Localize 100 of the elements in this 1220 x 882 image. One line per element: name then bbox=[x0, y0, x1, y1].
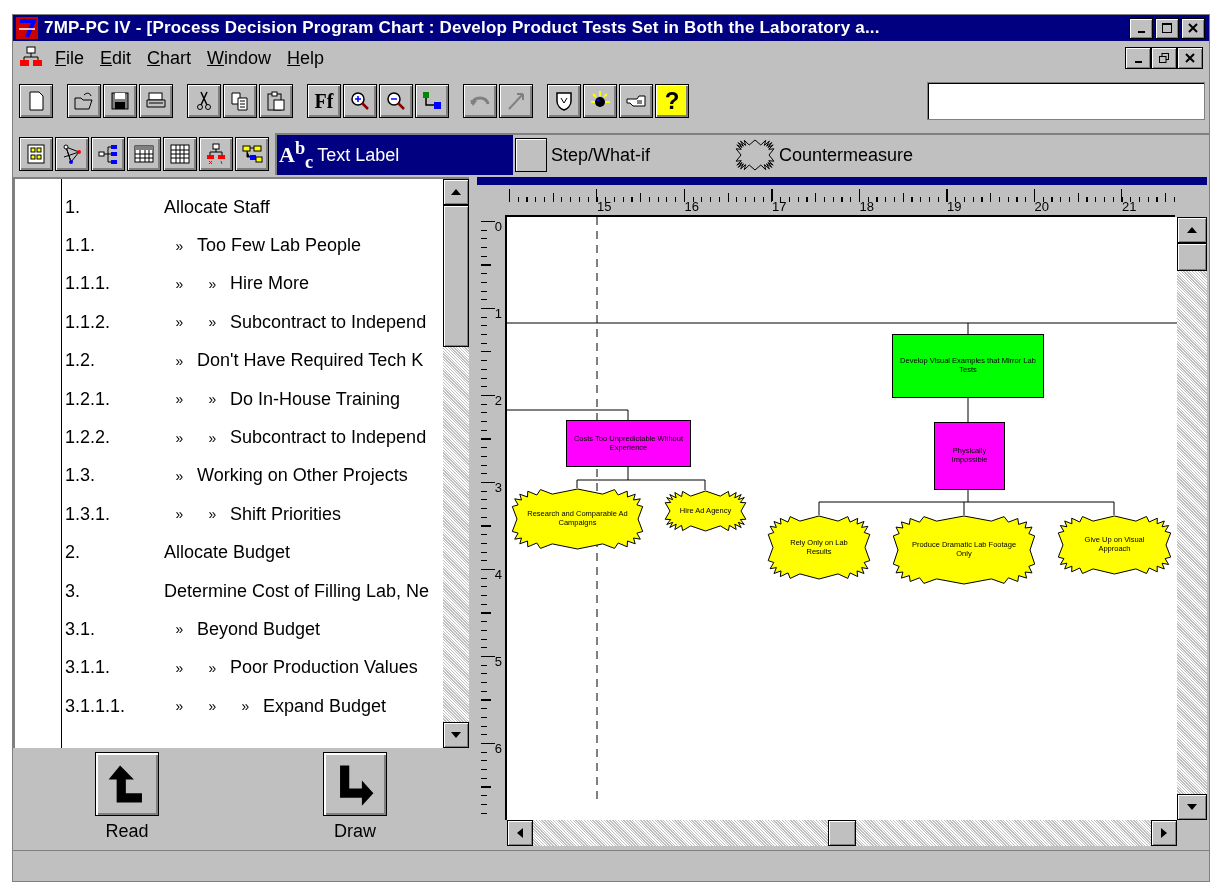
restore-icon bbox=[1158, 52, 1170, 64]
printer-button[interactable] bbox=[139, 84, 173, 118]
scroll-thumb[interactable] bbox=[828, 820, 856, 846]
network-button[interactable] bbox=[55, 137, 89, 171]
scroll-thumb[interactable] bbox=[1177, 243, 1207, 271]
close-icon bbox=[1187, 22, 1199, 34]
connector-button[interactable] bbox=[415, 84, 449, 118]
outline-item[interactable]: 1.2.1. » » Do In-House Training bbox=[62, 379, 443, 419]
grid-boxes-icon bbox=[25, 143, 47, 165]
close-button[interactable] bbox=[1177, 47, 1203, 69]
outline-item[interactable]: 1.2. » Don't Have Required Tech K bbox=[62, 341, 443, 380]
outline-item[interactable]: 1.3.1. » » Shift Priorities bbox=[62, 495, 443, 534]
restore-button[interactable] bbox=[1151, 47, 1177, 69]
network-icon bbox=[61, 143, 83, 165]
scrollbar[interactable] bbox=[507, 820, 1177, 846]
ruler-label: 1 bbox=[494, 306, 502, 321]
zoom-in-icon bbox=[349, 90, 371, 112]
outline-item[interactable]: 1.1. » Too Few Lab People bbox=[62, 226, 443, 265]
zoom-out-icon bbox=[385, 90, 407, 112]
palette-tool[interactable]: Step/What-if bbox=[513, 135, 733, 175]
input-field[interactable] bbox=[927, 82, 1205, 120]
zoom-out-button[interactable] bbox=[379, 84, 413, 118]
jagged-cloud-icon bbox=[735, 139, 775, 171]
ruler-label: 15 bbox=[597, 199, 612, 214]
close-button[interactable] bbox=[1181, 17, 1205, 39]
ruler-label: 3 bbox=[494, 480, 502, 495]
help-button[interactable]: ? bbox=[655, 84, 689, 118]
minimize-button[interactable] bbox=[1129, 17, 1153, 39]
ruler-label: 2 bbox=[494, 393, 502, 408]
scrollbar[interactable] bbox=[1177, 217, 1207, 820]
window-title: 7MP-PC IV - [Process Decision Program Chart : Develop Product Tests Set in Both the Laboratory a... bbox=[44, 18, 881, 38]
flow-boxes-icon bbox=[241, 143, 263, 165]
up-arrow-icon bbox=[451, 189, 461, 195]
minimize-icon bbox=[1134, 61, 1142, 63]
ruler-label: 16 bbox=[684, 199, 699, 214]
menu-item[interactable]: File bbox=[49, 47, 94, 69]
pointing-hand-button[interactable] bbox=[619, 84, 653, 118]
grid-boxes-button[interactable] bbox=[19, 137, 53, 171]
maximize-icon bbox=[1161, 22, 1173, 34]
outline-item[interactable]: 1. Allocate Staff bbox=[62, 188, 443, 227]
ruler-label: 21 bbox=[1122, 199, 1137, 214]
menu-item[interactable]: Edit bbox=[94, 47, 142, 69]
zoom-in-button[interactable] bbox=[343, 84, 377, 118]
ruler-label: 17 bbox=[772, 199, 787, 214]
table-button[interactable] bbox=[127, 137, 161, 171]
minimize-icon bbox=[1137, 31, 1145, 33]
down-arrow-icon bbox=[451, 732, 461, 738]
outline-item[interactable]: 3. Determine Cost of Filling Lab, Ne bbox=[62, 571, 443, 611]
palette-tool[interactable]: Countermeasure bbox=[733, 135, 922, 175]
ruler-label: 18 bbox=[859, 199, 874, 214]
step-arrow-button[interactable] bbox=[323, 752, 387, 816]
shield-button[interactable] bbox=[547, 84, 581, 118]
clipboard-button[interactable] bbox=[259, 84, 293, 118]
menu-item[interactable]: Help bbox=[281, 47, 335, 69]
tree-list-button[interactable] bbox=[91, 137, 125, 171]
step-arrow-button[interactable] bbox=[95, 752, 159, 816]
outline-item[interactable]: 3.1.1. » » Poor Production Values bbox=[62, 648, 443, 688]
left-arrow-icon bbox=[517, 828, 523, 838]
button-caption: Draw bbox=[334, 821, 376, 842]
outline-item[interactable]: 2. Allocate Budget bbox=[62, 533, 443, 572]
close-icon bbox=[1184, 52, 1196, 64]
scrollbar[interactable] bbox=[443, 179, 469, 748]
ruler-label: 4 bbox=[494, 567, 502, 582]
diagonal-arrow-icon bbox=[505, 90, 527, 112]
right-arrow-icon bbox=[1161, 828, 1167, 838]
ruler-label: 5 bbox=[494, 654, 502, 669]
minimize-button[interactable] bbox=[1125, 47, 1151, 69]
sparkle-button[interactable] bbox=[583, 84, 617, 118]
save-button[interactable] bbox=[103, 84, 137, 118]
maximize-button[interactable] bbox=[1155, 17, 1179, 39]
outline-item[interactable]: 1.2.2. » » Subcontract to Independ bbox=[62, 418, 443, 457]
clipboard-icon bbox=[265, 90, 287, 112]
copy-button[interactable] bbox=[223, 84, 257, 118]
open-folder-icon bbox=[73, 90, 95, 112]
up-arrow-icon bbox=[1187, 227, 1197, 233]
open-folder-button[interactable] bbox=[67, 84, 101, 118]
outline-item[interactable]: 1.1.2. » » Subcontract to Independ bbox=[62, 303, 443, 342]
menu-item[interactable]: Chart bbox=[141, 47, 202, 69]
matrix-button[interactable] bbox=[163, 137, 197, 171]
scroll-thumb[interactable] bbox=[443, 205, 469, 347]
outline-item[interactable]: 3.1. » Beyond Budget bbox=[62, 610, 443, 649]
table-icon bbox=[133, 143, 155, 165]
tree-list-icon bbox=[97, 143, 119, 165]
ruler-label: 6 bbox=[494, 741, 502, 756]
menu-item[interactable]: Window bbox=[201, 47, 282, 69]
button-caption: Read bbox=[105, 821, 149, 842]
outline-item[interactable]: 3.1.1.1. » » » Expand Budget bbox=[62, 687, 443, 726]
hierarchy-button[interactable] bbox=[199, 137, 233, 171]
ruler-label: 0 bbox=[494, 219, 502, 234]
app-logo-icon bbox=[16, 17, 38, 39]
new-file-button[interactable] bbox=[19, 84, 53, 118]
scissors-button[interactable] bbox=[187, 84, 221, 118]
font-button[interactable]: Ff bbox=[307, 84, 341, 118]
square-icon bbox=[515, 138, 547, 172]
hierarchy-icon bbox=[205, 143, 227, 165]
ruler-label: 20 bbox=[1034, 199, 1049, 214]
flow-boxes-button[interactable] bbox=[235, 137, 269, 171]
connector-icon bbox=[421, 90, 443, 112]
outline-item[interactable]: 1.1.1. » » Hire More bbox=[62, 264, 443, 304]
outline-item[interactable]: 1.3. » Working on Other Projects bbox=[62, 456, 443, 496]
